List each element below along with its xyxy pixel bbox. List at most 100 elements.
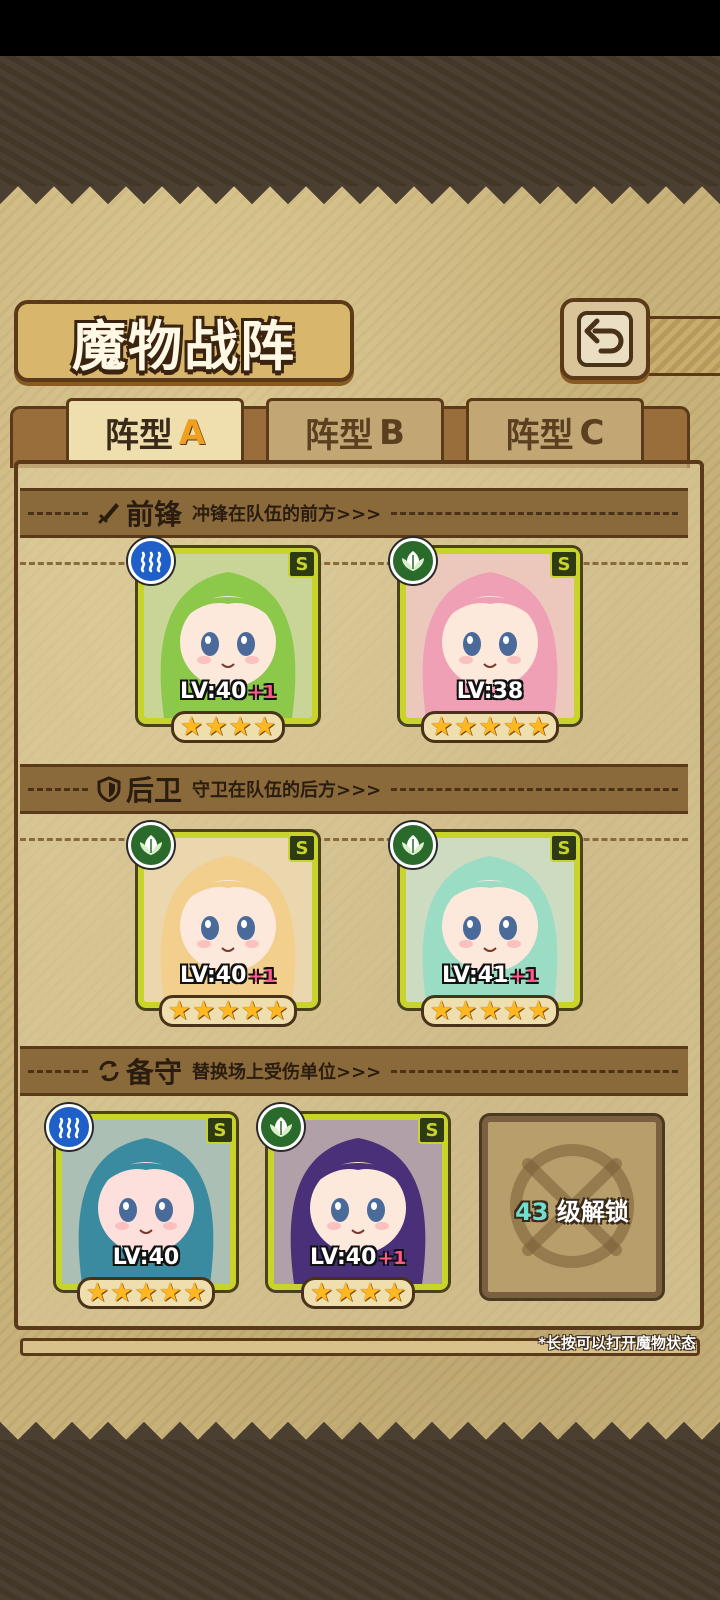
- tab-formation-b[interactable]: 阵型 B: [266, 398, 444, 464]
- section-title: 前锋: [126, 498, 183, 531]
- star-icon: ★: [158, 1278, 182, 1308]
- star-icon: ★: [429, 996, 454, 1026]
- monster-level: LV:40 +1: [274, 1245, 442, 1270]
- star-icon: ★: [358, 1278, 382, 1308]
- star-icon: ★: [85, 1278, 110, 1308]
- back-button[interactable]: [560, 298, 650, 380]
- monster-card-front-1[interactable]: LV:40 +1 S ★ ★ ★ ★: [128, 538, 318, 743]
- monster-card-reserve-1[interactable]: LV:40 S ★ ★ ★ ★ ★: [46, 1104, 236, 1309]
- level-text: LV:40: [112, 1245, 180, 1270]
- rank-badge: S: [550, 834, 578, 862]
- title-banner: 魔物战阵: [14, 300, 354, 382]
- monster-card-rear-2[interactable]: LV:41 +1 S ★ ★ ★ ★ ★: [390, 822, 580, 1027]
- swap-icon: [99, 1060, 119, 1082]
- section-rear: 后卫 守卫在队伍的后方>>>: [20, 764, 688, 814]
- unlock-level: 43: [515, 1198, 549, 1226]
- star-icon: ★: [454, 996, 478, 1026]
- monster-level: LV:38: [406, 679, 574, 704]
- star-icon: ★: [204, 712, 228, 742]
- hint-text: *长按可以打开魔物状态: [538, 1334, 696, 1352]
- background-map-top: [0, 56, 720, 186]
- water-element-icon: [58, 1117, 80, 1139]
- monster-level: LV:40 +1: [144, 963, 312, 988]
- level-bonus: +1: [248, 966, 277, 987]
- star-rating: ★ ★ ★ ★: [268, 1277, 448, 1309]
- star-icon: ★: [478, 996, 502, 1026]
- tab-letter: A: [178, 412, 206, 453]
- star-icon: ★: [179, 712, 204, 742]
- star-rating: ★ ★ ★ ★ ★: [56, 1277, 236, 1309]
- section-desc: 守卫在队伍的后方>>>: [192, 780, 382, 801]
- section-desc: 替换场上受伤单位>>>: [192, 1062, 382, 1083]
- star-icon: ★: [216, 996, 240, 1026]
- rank-badge: S: [550, 550, 578, 578]
- rank-badge: S: [288, 550, 316, 578]
- panel-zigzag-bottom: [0, 1404, 720, 1440]
- tab-formation-a[interactable]: 阵型 A: [66, 398, 244, 464]
- level-text: LV:38: [456, 679, 524, 704]
- panel-zigzag-top: [0, 186, 720, 222]
- monster-card-reserve-2[interactable]: LV:40 +1 S ★ ★ ★ ★: [258, 1104, 448, 1309]
- unlock-label: 级解锁: [556, 1198, 629, 1226]
- star-icon: ★: [192, 996, 216, 1026]
- monster-level: LV:40 +1: [144, 679, 312, 704]
- section-front: 前锋 冲锋在队伍的前方>>>: [20, 488, 688, 538]
- star-icon: ★: [334, 1278, 358, 1308]
- star-icon: ★: [309, 1278, 334, 1308]
- rank-badge: S: [418, 1116, 446, 1144]
- level-text: LV:40: [179, 679, 247, 704]
- star-icon: ★: [526, 712, 551, 742]
- rank-badge: S: [206, 1116, 234, 1144]
- water-element-badge: [128, 538, 174, 584]
- star-icon: ★: [252, 712, 277, 742]
- star-icon: ★: [502, 712, 526, 742]
- star-rating: ★ ★ ★ ★ ★: [400, 711, 580, 743]
- monster-level: LV:41 +1: [406, 963, 574, 988]
- star-icon: ★: [134, 1278, 158, 1308]
- level-bonus: +1: [378, 1248, 407, 1269]
- tab-formation-c[interactable]: 阵型 C: [466, 398, 644, 464]
- section-reserve: 备守 替换场上受伤单位>>>: [20, 1046, 688, 1096]
- background-map-bottom: [0, 1440, 720, 1600]
- star-rating: ★ ★ ★ ★ ★: [138, 995, 318, 1027]
- water-element-icon: [140, 551, 162, 573]
- star-icon: ★: [264, 996, 289, 1026]
- grass-element-badge: [128, 822, 174, 868]
- level-bonus: +1: [510, 966, 539, 987]
- sword-icon: [98, 503, 119, 524]
- grass-element-icon: [140, 835, 162, 855]
- monster-level: LV:40: [62, 1245, 230, 1270]
- page-title: 魔物战阵: [72, 313, 296, 378]
- star-icon: ★: [478, 712, 502, 742]
- level-text: LV:40: [179, 963, 247, 988]
- star-rating: ★ ★ ★ ★: [138, 711, 318, 743]
- monster-card-rear-1[interactable]: LV:40 +1 S ★ ★ ★ ★ ★: [128, 822, 318, 1027]
- monster-card-front-2[interactable]: LV:38 S ★ ★ ★ ★ ★: [390, 538, 580, 743]
- star-icon: ★: [240, 996, 264, 1026]
- grass-element-icon: [270, 1117, 292, 1137]
- tab-letter: B: [379, 412, 405, 453]
- tab-label: 阵型: [305, 416, 374, 456]
- water-element-badge: [46, 1104, 92, 1150]
- grass-element-badge: [390, 538, 436, 584]
- star-icon: ★: [382, 1278, 407, 1308]
- status-bar: [0, 0, 720, 56]
- grass-element-icon: [402, 835, 424, 855]
- star-icon: ★: [526, 996, 551, 1026]
- grass-element-badge: [258, 1104, 304, 1150]
- section-title: 备守: [126, 1056, 183, 1089]
- star-icon: ★: [502, 996, 526, 1026]
- section-title: 后卫: [126, 774, 183, 807]
- section-desc: 冲锋在队伍的前方>>>: [192, 504, 382, 525]
- star-icon: ★: [454, 712, 478, 742]
- rank-badge: S: [288, 834, 316, 862]
- level-text: LV:41: [441, 963, 509, 988]
- tab-label: 阵型: [104, 416, 173, 456]
- star-rating: ★ ★ ★ ★ ★: [400, 995, 580, 1027]
- tab-letter: C: [579, 412, 605, 453]
- back-arrow-icon: [577, 311, 633, 367]
- star-icon: ★: [182, 1278, 207, 1308]
- star-icon: ★: [429, 712, 454, 742]
- locked-slot[interactable]: 43 级解锁: [482, 1116, 662, 1298]
- grass-element-badge: [390, 822, 436, 868]
